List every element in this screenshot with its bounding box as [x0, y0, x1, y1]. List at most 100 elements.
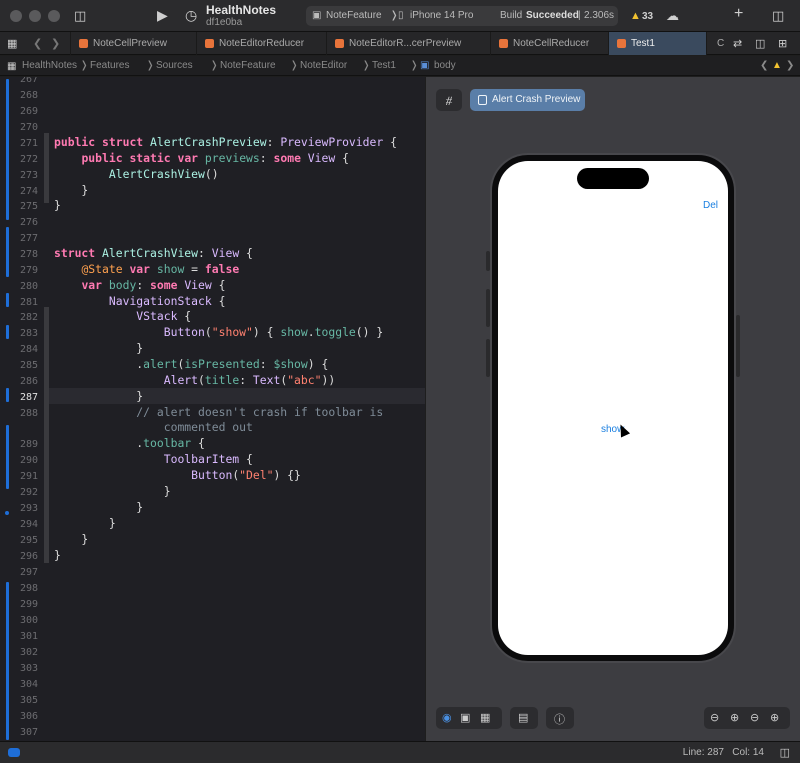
zoom-in-icon[interactable]: ⊕ [770, 711, 779, 724]
line-number: 291 [19, 471, 38, 482]
code-line[interactable]: } [54, 532, 88, 546]
code-line[interactable]: AlertCrashView() [54, 167, 219, 181]
code-line[interactable]: } [54, 500, 143, 514]
code-line[interactable]: // alert doesn't crash if toolbar is [54, 405, 383, 419]
code-line[interactable]: Alert(title: Text("abc")) [54, 373, 335, 387]
variants-icon[interactable]: ▦ [480, 711, 490, 724]
line-number: 284 [19, 344, 38, 355]
pin-preview-button[interactable]: ⧣ [436, 89, 462, 111]
grid-icon[interactable]: ▦ [7, 36, 17, 52]
breadcrumb-item[interactable]: Test1 [372, 60, 396, 71]
code-line[interactable]: Button("show") { show.toggle() } [54, 325, 384, 339]
chevron-right-icon[interactable]: ❯ [786, 60, 794, 71]
tab-noteeditorreducer[interactable]: NoteEditorReducer [196, 32, 326, 55]
breadcrumb-item[interactable]: NoteFeature [220, 60, 276, 71]
breadcrumb-item[interactable]: HealthNotes [22, 60, 77, 71]
cloud-icon[interactable]: ☁ [666, 8, 679, 24]
refresh-icon[interactable]: ⇄ [733, 36, 742, 52]
change-indicator [6, 388, 9, 402]
breadcrumb-item[interactable]: body [434, 60, 456, 71]
tab-noteeditorreducerpreview[interactable]: NoteEditorR...cerPreview [326, 32, 490, 55]
inspector-toggle-icon[interactable]: ◫ [772, 8, 784, 24]
warning-count[interactable]: 33 [642, 9, 653, 25]
fold-ribbon[interactable] [44, 133, 49, 203]
status-bar: Line: 287 Col: 14 ◫ [0, 741, 800, 763]
zoom-100-icon[interactable]: ⊕ [730, 711, 739, 724]
zoom-fit-icon[interactable]: ⊖ [750, 711, 759, 724]
breadcrumb-item[interactable]: NoteEditor [300, 60, 347, 71]
selectable-mode-icon[interactable]: ▣ [460, 711, 470, 724]
warning-icon[interactable]: ▲ [630, 8, 641, 24]
line-number: 283 [19, 328, 38, 339]
add-editor-icon[interactable]: ⊞ [778, 36, 787, 52]
code-line[interactable]: } [54, 198, 61, 212]
close-window-button[interactable] [10, 10, 22, 22]
related-items-icon[interactable]: ▦ [7, 59, 16, 75]
code-line[interactable]: .toolbar { [54, 436, 205, 450]
del-toolbar-button[interactable]: Del [703, 200, 718, 211]
breadcrumb-item[interactable]: Sources [156, 60, 193, 71]
preview-canvas[interactable]: ⧣ Alert Crash Preview Del show ◉ ▣ ▦ ▤ ⓘ… [426, 77, 800, 741]
change-indicator [6, 325, 9, 339]
code-line[interactable]: } [54, 389, 143, 403]
inspector-icon[interactable]: ◫ [780, 745, 790, 761]
minimize-window-button[interactable] [29, 10, 41, 22]
swift-file-icon [205, 39, 214, 48]
preview-tab[interactable]: Alert Crash Preview [470, 89, 585, 111]
add-icon[interactable]: + [734, 6, 743, 22]
code-line[interactable]: var body: some View { [54, 278, 225, 292]
debug-area-toggle-icon[interactable] [8, 748, 20, 757]
fold-ribbon[interactable] [44, 307, 49, 563]
zoom-out-icon[interactable]: ⊖ [710, 711, 719, 724]
change-indicator [6, 79, 9, 220]
tab-test1[interactable]: Test1 [608, 32, 706, 55]
scheme-name[interactable]: NoteFeature [326, 10, 382, 21]
code-line[interactable]: .alert(isPresented: $show) { [54, 357, 328, 371]
device-settings-icon: ▤ [518, 712, 529, 724]
line-number: 294 [19, 519, 38, 530]
project-name: HealthNotes [206, 3, 277, 17]
device-side-button [486, 289, 490, 327]
code-line[interactable]: } [54, 548, 61, 562]
chevron-left-icon[interactable]: ❮ [760, 60, 768, 71]
build-status-prefix: Build [500, 10, 523, 21]
code-line[interactable]: commented out [54, 420, 253, 434]
tab-overflow[interactable]: C [706, 32, 728, 55]
code-line[interactable]: ToolbarItem { [54, 452, 253, 466]
property-icon: ▣ [420, 60, 430, 71]
code-line[interactable]: struct AlertCrashView: View { [54, 246, 253, 260]
tab-label: NoteEditorReducer [219, 38, 305, 49]
line-number: 289 [19, 439, 38, 450]
zoom-window-button[interactable] [48, 10, 60, 22]
code-line[interactable]: public struct AlertCrashPreview: Preview… [54, 135, 397, 149]
warning-icon[interactable]: ▲ [772, 60, 782, 71]
line-number: 271 [19, 138, 38, 149]
code-line[interactable]: @State var show = false [54, 262, 239, 276]
device-name[interactable]: iPhone 14 Pro [410, 10, 473, 21]
code-line[interactable]: Button("Del") {} [54, 468, 301, 482]
split-editor-icon[interactable]: ◫ [755, 36, 765, 52]
run-icon[interactable]: ▶ [157, 7, 168, 23]
forward-icon[interactable]: ❯ [51, 36, 60, 52]
history-icon[interactable]: ◷ [185, 7, 197, 23]
code-editor[interactable]: 267 268 269 270 271 272 273 274 275 276 … [0, 77, 425, 741]
device-screen[interactable]: Del show [498, 161, 728, 655]
code-line[interactable]: } [54, 183, 88, 197]
change-indicator [6, 293, 9, 307]
back-icon[interactable]: ❮ [33, 36, 42, 52]
device-settings-button[interactable]: ▤ [510, 707, 538, 729]
code-line[interactable]: VStack { [54, 309, 191, 323]
sidebar-toggle-icon[interactable]: ◫ [74, 8, 86, 24]
code-line[interactable]: NavigationStack { [54, 294, 226, 308]
code-line[interactable]: } [54, 516, 116, 530]
device-info-button[interactable]: ⓘ [546, 707, 574, 729]
tab-notecellpreview[interactable]: NoteCellPreview [70, 32, 196, 55]
tab-notecellreducer[interactable]: NoteCellReducer [490, 32, 608, 55]
code-line[interactable]: } [54, 484, 171, 498]
live-mode-icon[interactable]: ◉ [442, 711, 452, 724]
breadcrumb-item[interactable]: Features [90, 60, 129, 71]
scheme-status-box[interactable]: ▣ NoteFeature ❭ ▯ iPhone 14 Pro Build Su… [306, 6, 618, 26]
code-line[interactable]: } [54, 341, 143, 355]
code-line[interactable]: public static var previews: some View { [54, 151, 349, 165]
line-number: 288 [19, 408, 38, 419]
